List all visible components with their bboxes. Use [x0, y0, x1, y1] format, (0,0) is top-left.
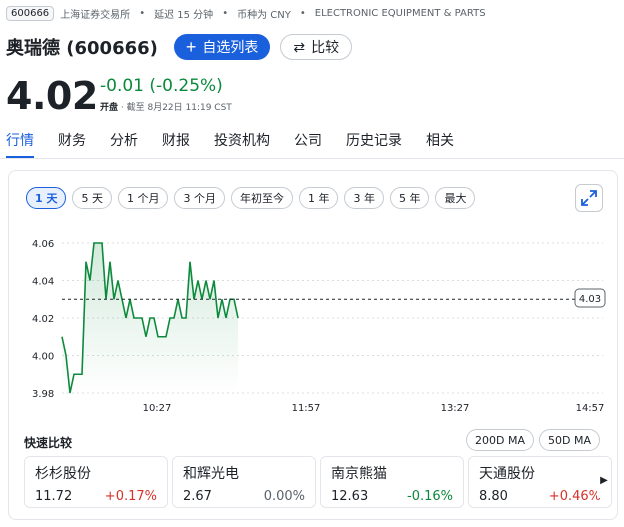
compare-price: 11.72 — [35, 489, 73, 504]
delay-label: 延迟 15 分钟 — [154, 10, 214, 21]
y-tick-label: 4.06 — [32, 239, 54, 250]
as-of-time: 截至 8月22日 11:19 CST — [126, 103, 232, 113]
compare-name: 杉杉股份 — [35, 466, 91, 482]
compare-change: +0.46% — [548, 489, 601, 504]
compare-change: -0.16% — [407, 489, 453, 504]
compare-name: 南京熊猫 — [331, 466, 387, 482]
tab-related[interactable]: 相关 — [426, 130, 454, 158]
current-price: 4.02 — [6, 74, 98, 118]
compare-card[interactable]: 南京熊猫 12.63 -0.16% — [320, 456, 464, 508]
tab-analysis[interactable]: 分析 — [110, 130, 138, 158]
page-title: 奥瑞德 (600666) — [6, 38, 158, 59]
compare-price: 2.67 — [183, 489, 212, 504]
section-tabs: 行情 财务 分析 财报 投资机构 公司 历史记录 相关 — [6, 130, 478, 158]
tab-company[interactable]: 公司 — [294, 130, 322, 158]
compare-name: 天通股份 — [479, 466, 535, 482]
x-tick-label: 14:57 — [576, 403, 605, 414]
watchlist-label: 自选列表 — [202, 39, 259, 55]
plus-icon: + — [185, 37, 197, 57]
y-tick-label: 4.04 — [32, 277, 54, 288]
ticker-info: 600666 上海证券交易所 • 延迟 15 分钟 • 币种为 CNY • ELECT… — [6, 6, 486, 21]
compare-price: 12.63 — [331, 489, 369, 504]
compare-label: 比较 — [311, 39, 340, 55]
market-status: 开盘 · 截至 8月22日 11:19 CST — [100, 103, 232, 113]
compare-name: 和辉光电 — [183, 466, 239, 482]
currency-label: 币种为 CNY — [237, 10, 291, 21]
compare-change: +0.17% — [104, 489, 157, 504]
x-tick-label: 10:27 — [143, 403, 172, 414]
compare-button[interactable]: ⇄ 比较 — [280, 34, 353, 60]
compare-card[interactable]: 天通股份 8.80 +0.46% — [468, 456, 612, 508]
exchange-label: 上海证券交易所 — [60, 10, 131, 21]
status-label: 开盘 — [100, 103, 119, 113]
y-tick-label: 3.98 — [32, 389, 54, 400]
tab-financials[interactable]: 财务 — [58, 130, 86, 158]
tab-earnings[interactable]: 财报 — [162, 130, 190, 158]
compare-arrows-icon: ⇄ — [293, 38, 306, 55]
tab-history[interactable]: 历史记录 — [346, 130, 402, 158]
y-tick-label: 4.00 — [32, 352, 54, 363]
tab-investors[interactable]: 投资机构 — [214, 130, 270, 158]
sector-label: ELECTRONIC EQUIPMENT & PARTS — [314, 8, 486, 19]
ma-50d-button[interactable]: 50D MA — [539, 429, 600, 451]
price-chart[interactable]: 4.06 4.04 4.02 4.00 3.98 10:27 11:57 13:27 14:57… — [0, 190, 624, 420]
quick-compare-title: 快速比较 — [24, 436, 73, 450]
compare-change: 0.00% — [263, 489, 305, 504]
add-watchlist-button[interactable]: + 自选列表 — [173, 34, 271, 60]
chevron-right-icon[interactable]: ▶ — [597, 462, 611, 498]
x-tick-label: 13:27 — [441, 403, 470, 414]
compare-price: 8.80 — [479, 489, 508, 504]
compare-card[interactable]: 杉杉股份 11.72 +0.17% — [24, 456, 168, 508]
price-change: -0.01 (-0.25%) — [100, 76, 223, 96]
x-tick-label: 11:57 — [292, 403, 321, 414]
ma-200d-button[interactable]: 200D MA — [466, 429, 534, 451]
ticker-code-badge: 600666 — [6, 6, 55, 21]
tab-quote[interactable]: 行情 — [6, 130, 34, 158]
y-tick-label: 4.02 — [32, 314, 54, 325]
prev-close-value: 4.03 — [579, 294, 601, 305]
compare-card[interactable]: 和辉光电 2.67 0.00% — [172, 456, 316, 508]
